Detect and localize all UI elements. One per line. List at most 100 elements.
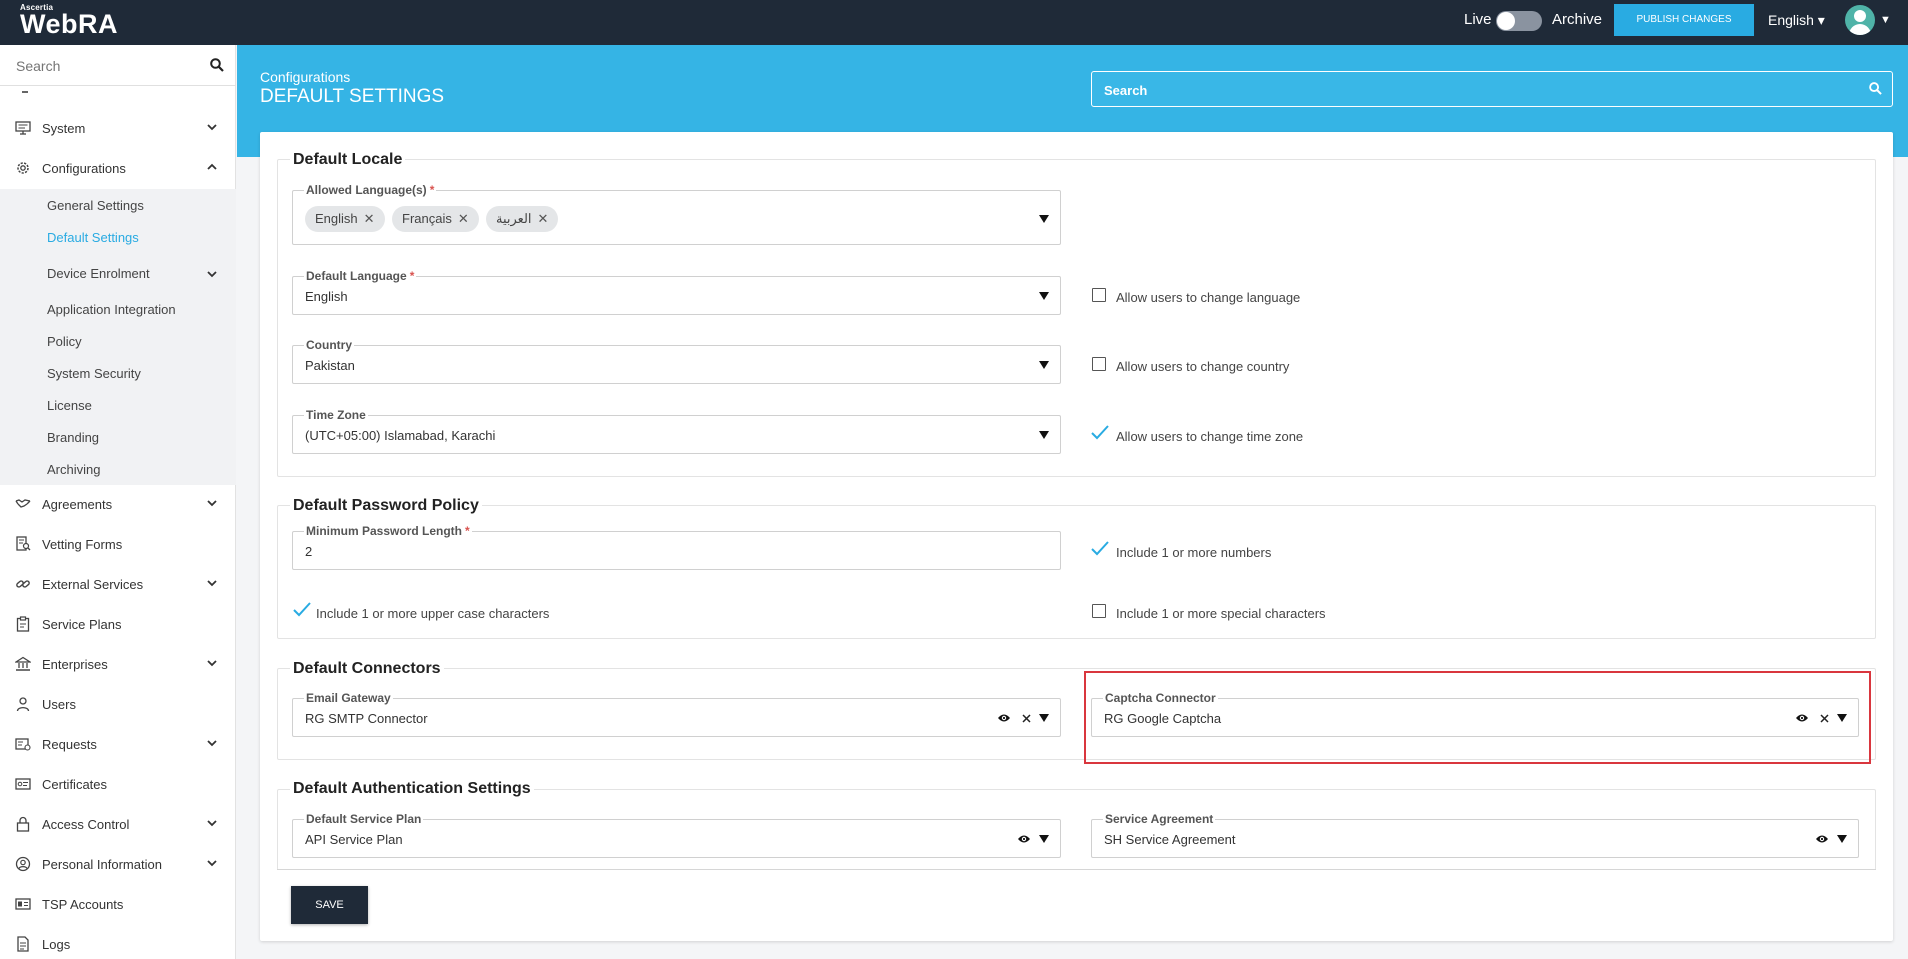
- search-icon[interactable]: [1869, 82, 1882, 95]
- time-zone-select[interactable]: Time Zone (UTC+05:00) Islamabad, Karachi: [292, 408, 1061, 454]
- avatar-body: [1849, 24, 1871, 35]
- subitem-application-integration[interactable]: Application Integration: [47, 302, 176, 317]
- subitem-general-settings[interactable]: General Settings: [47, 198, 144, 213]
- dropdown-arrow-icon[interactable]: [1039, 215, 1049, 223]
- language-chip: Français ✕: [392, 206, 479, 232]
- sidebar-item-configurations[interactable]: Configurations: [0, 153, 236, 183]
- dropdown-arrow-icon[interactable]: [1039, 361, 1049, 369]
- remove-chip-icon[interactable]: ✕: [364, 211, 375, 226]
- logo-product: WebRA: [20, 9, 119, 39]
- language-chip: العربية ✕: [486, 206, 559, 232]
- sidebar: System Configurations General Settings D…: [0, 45, 236, 959]
- allow-change-language-label: Allow users to change language: [1116, 290, 1301, 305]
- sidebar-item-access-control[interactable]: Access Control: [0, 809, 236, 839]
- min-password-length-input[interactable]: Minimum Password Length * 2: [292, 524, 1061, 570]
- field-label: Default Service Plan: [304, 812, 424, 826]
- chevron-down-icon: [207, 660, 217, 667]
- chevron-down-icon[interactable]: [206, 268, 218, 280]
- language-selector[interactable]: English ▾: [1768, 12, 1825, 29]
- webra-logo[interactable]: Ascertia WebRA: [20, 3, 118, 38]
- default-language-select[interactable]: Default Language * English: [292, 269, 1061, 315]
- sidebar-item-agreements[interactable]: Agreements: [0, 489, 236, 519]
- country-select[interactable]: Country Pakistan: [292, 338, 1061, 384]
- sidebar-item-label: Enterprises: [42, 657, 108, 672]
- subitem-branding[interactable]: Branding: [47, 430, 99, 445]
- sidebar-item-external-services[interactable]: External Services: [0, 569, 236, 599]
- eye-icon[interactable]: [997, 712, 1011, 724]
- sidebar-item-system[interactable]: System: [0, 113, 236, 143]
- sidebar-search-input[interactable]: [16, 55, 196, 77]
- user-menu-caret-icon[interactable]: ▼: [1880, 14, 1891, 26]
- close-icon[interactable]: [1022, 714, 1031, 723]
- toggle-knob: [1497, 12, 1515, 30]
- service-agreement-select[interactable]: Service Agreement SH Service Agreement: [1091, 812, 1859, 858]
- email-gateway-select[interactable]: Email Gateway RG SMTP Connector: [292, 691, 1061, 737]
- sidebar-item-certificates[interactable]: Certificates: [0, 769, 236, 799]
- include-uppercase-checkbox[interactable]: [292, 601, 312, 617]
- live-archive-toggle[interactable]: [1496, 11, 1542, 31]
- dropdown-arrow-icon[interactable]: [1039, 431, 1049, 439]
- settings-search: [1091, 71, 1893, 107]
- scroll-artifact: [22, 91, 28, 93]
- certificate-icon: [15, 778, 31, 790]
- subitem-system-security[interactable]: System Security: [47, 366, 141, 381]
- breadcrumb[interactable]: Configurations: [260, 69, 350, 85]
- subitem-policy[interactable]: Policy: [47, 334, 82, 349]
- subitem-default-settings[interactable]: Default Settings: [47, 230, 139, 245]
- section-divider: [277, 869, 1876, 870]
- language-chip: English ✕: [305, 206, 385, 232]
- remove-chip-icon[interactable]: ✕: [458, 211, 469, 226]
- email-gateway-value: RG SMTP Connector: [305, 711, 428, 726]
- eye-icon[interactable]: [1815, 833, 1829, 845]
- archive-label: Archive: [1552, 11, 1603, 28]
- dropdown-arrow-icon[interactable]: [1039, 714, 1049, 722]
- publish-changes-button[interactable]: PUBLISH CHANGES: [1614, 4, 1754, 36]
- sidebar-item-requests[interactable]: Requests: [0, 729, 236, 759]
- sidebar-item-users[interactable]: Users: [0, 689, 236, 719]
- sidebar-item-label: Personal Information: [42, 857, 162, 872]
- include-special-checkbox[interactable]: [1092, 604, 1106, 618]
- sidebar-item-logs[interactable]: Logs: [0, 929, 236, 959]
- sidebar-item-label: Users: [42, 697, 76, 712]
- sidebar-item-label: Logs: [42, 937, 71, 952]
- allowed-languages-select[interactable]: Allowed Language(s) * English ✕ Français ✕ …: [292, 183, 1061, 245]
- sidebar-item-enterprises[interactable]: Enterprises: [0, 649, 236, 679]
- field-label: Email Gateway: [304, 691, 393, 705]
- id-card-icon: [15, 898, 31, 910]
- required-marker: *: [429, 183, 435, 197]
- sidebar-item-personal-information[interactable]: Personal Information: [0, 849, 236, 879]
- link-icon: [16, 580, 30, 588]
- user-avatar[interactable]: [1845, 5, 1875, 35]
- service-agreement-label: Service Agreement: [1105, 812, 1214, 826]
- remove-chip-icon[interactable]: ✕: [538, 211, 549, 226]
- email-gateway-label: Email Gateway: [306, 691, 391, 705]
- allow-change-country-checkbox[interactable]: [1092, 357, 1106, 371]
- allow-change-timezone-checkbox[interactable]: [1090, 424, 1110, 440]
- monitor-icon: [15, 121, 31, 135]
- chip-label: English: [315, 211, 358, 226]
- search-icon[interactable]: [210, 58, 224, 72]
- dropdown-arrow-icon[interactable]: [1039, 835, 1049, 843]
- request-card-icon: [15, 738, 31, 751]
- gear-icon: [17, 162, 29, 174]
- dropdown-arrow-icon[interactable]: [1039, 292, 1049, 300]
- include-special-label: Include 1 or more special characters: [1116, 606, 1326, 621]
- subitem-device-enrolment[interactable]: Device Enrolment: [47, 266, 150, 281]
- sidebar-item-vetting-forms[interactable]: Vetting Forms: [0, 529, 236, 559]
- dropdown-arrow-icon[interactable]: [1837, 835, 1847, 843]
- sidebar-search: [0, 45, 236, 86]
- include-numbers-checkbox[interactable]: [1090, 540, 1110, 556]
- sidebar-item-service-plans[interactable]: Service Plans: [0, 609, 236, 639]
- sidebar-item-label: Vetting Forms: [42, 537, 123, 552]
- eye-icon[interactable]: [1017, 833, 1031, 845]
- min-password-length-value: 2: [305, 544, 313, 559]
- settings-search-input[interactable]: [1104, 80, 1804, 100]
- subitem-license[interactable]: License: [47, 398, 92, 413]
- default-service-plan-select[interactable]: Default Service Plan API Service Plan: [292, 812, 1061, 858]
- sidebar-item-tsp-accounts[interactable]: TSP Accounts: [0, 889, 236, 919]
- chip-label: Français: [402, 211, 452, 226]
- allow-change-language-checkbox[interactable]: [1092, 288, 1106, 302]
- subitem-archiving[interactable]: Archiving: [47, 462, 100, 477]
- save-button[interactable]: SAVE: [291, 886, 368, 924]
- avatar-head: [1854, 10, 1866, 22]
